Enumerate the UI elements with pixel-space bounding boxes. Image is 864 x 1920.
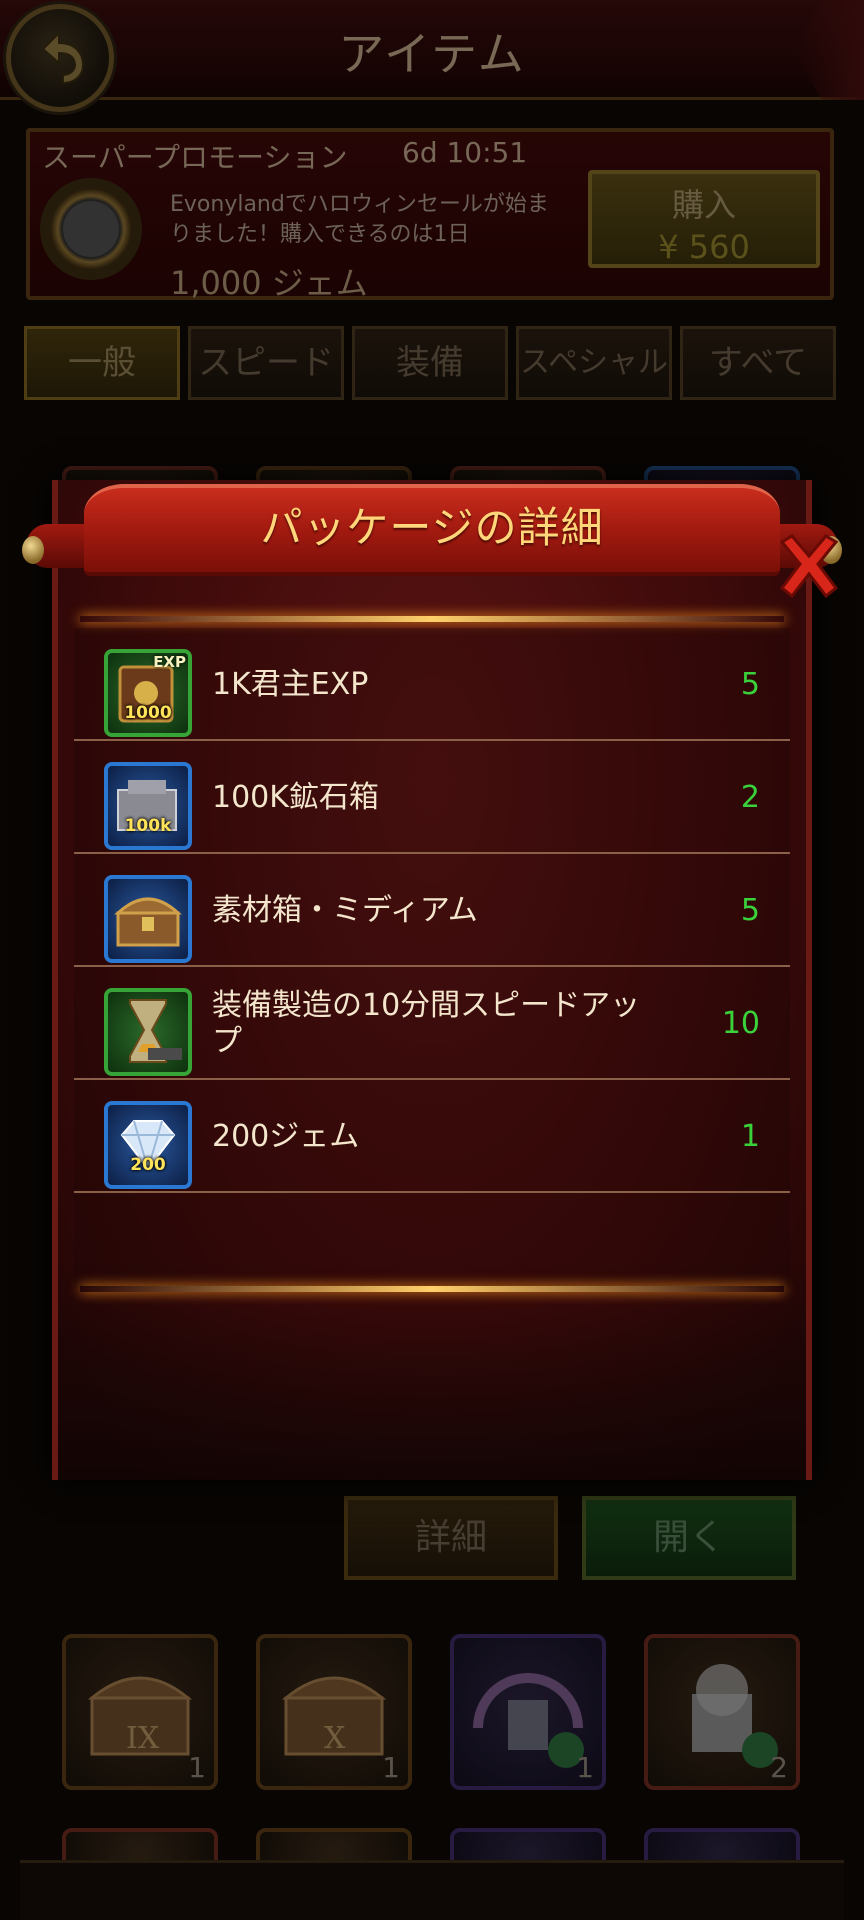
item-quantity: 2 (740, 780, 760, 815)
list-item: 200 200ジェム 1 (74, 1080, 790, 1193)
scroll-knob-left (22, 536, 44, 564)
item-quantity: 5 (740, 667, 760, 702)
modal-fade (58, 1260, 806, 1480)
modal-header-banner: パッケージの詳細 (22, 484, 842, 576)
item-name: 100K鉱石箱 (212, 779, 379, 815)
package-item-list: EXP 1000 1K君主EXP 5 100k 100K鉱石箱 2 素材箱・ミデ… (74, 628, 790, 1288)
item-quantity: 1 (740, 1119, 760, 1154)
item-name: 装備製造の10分間スピードアップ (212, 987, 641, 1059)
item-name: 200ジェム (212, 1118, 360, 1154)
divider-glow-bottom (80, 1286, 784, 1292)
divider-glow-top (80, 616, 784, 622)
item-quantity: 10 (721, 1006, 760, 1041)
material-chest-icon (104, 875, 192, 963)
item-name: 素材箱・ミディアム (212, 892, 478, 928)
hourglass-anvil-icon (104, 988, 192, 1076)
ore-box-icon: 100k (104, 762, 192, 850)
modal-title: パッケージの詳細 (260, 503, 604, 552)
list-item: 装備製造の10分間スピードアップ 10 (74, 967, 790, 1080)
close-button[interactable] (772, 530, 846, 604)
gem-icon: 200 (104, 1101, 192, 1189)
list-item: EXP 1000 1K君主EXP 5 (74, 628, 790, 741)
item-quantity: 5 (740, 893, 760, 928)
close-icon (779, 534, 839, 599)
list-item: 素材箱・ミディアム 5 (74, 854, 790, 967)
list-item: 100k 100K鉱石箱 2 (74, 741, 790, 854)
exp-book-icon: EXP 1000 (104, 649, 192, 737)
item-name: 1K君主EXP (212, 666, 369, 702)
